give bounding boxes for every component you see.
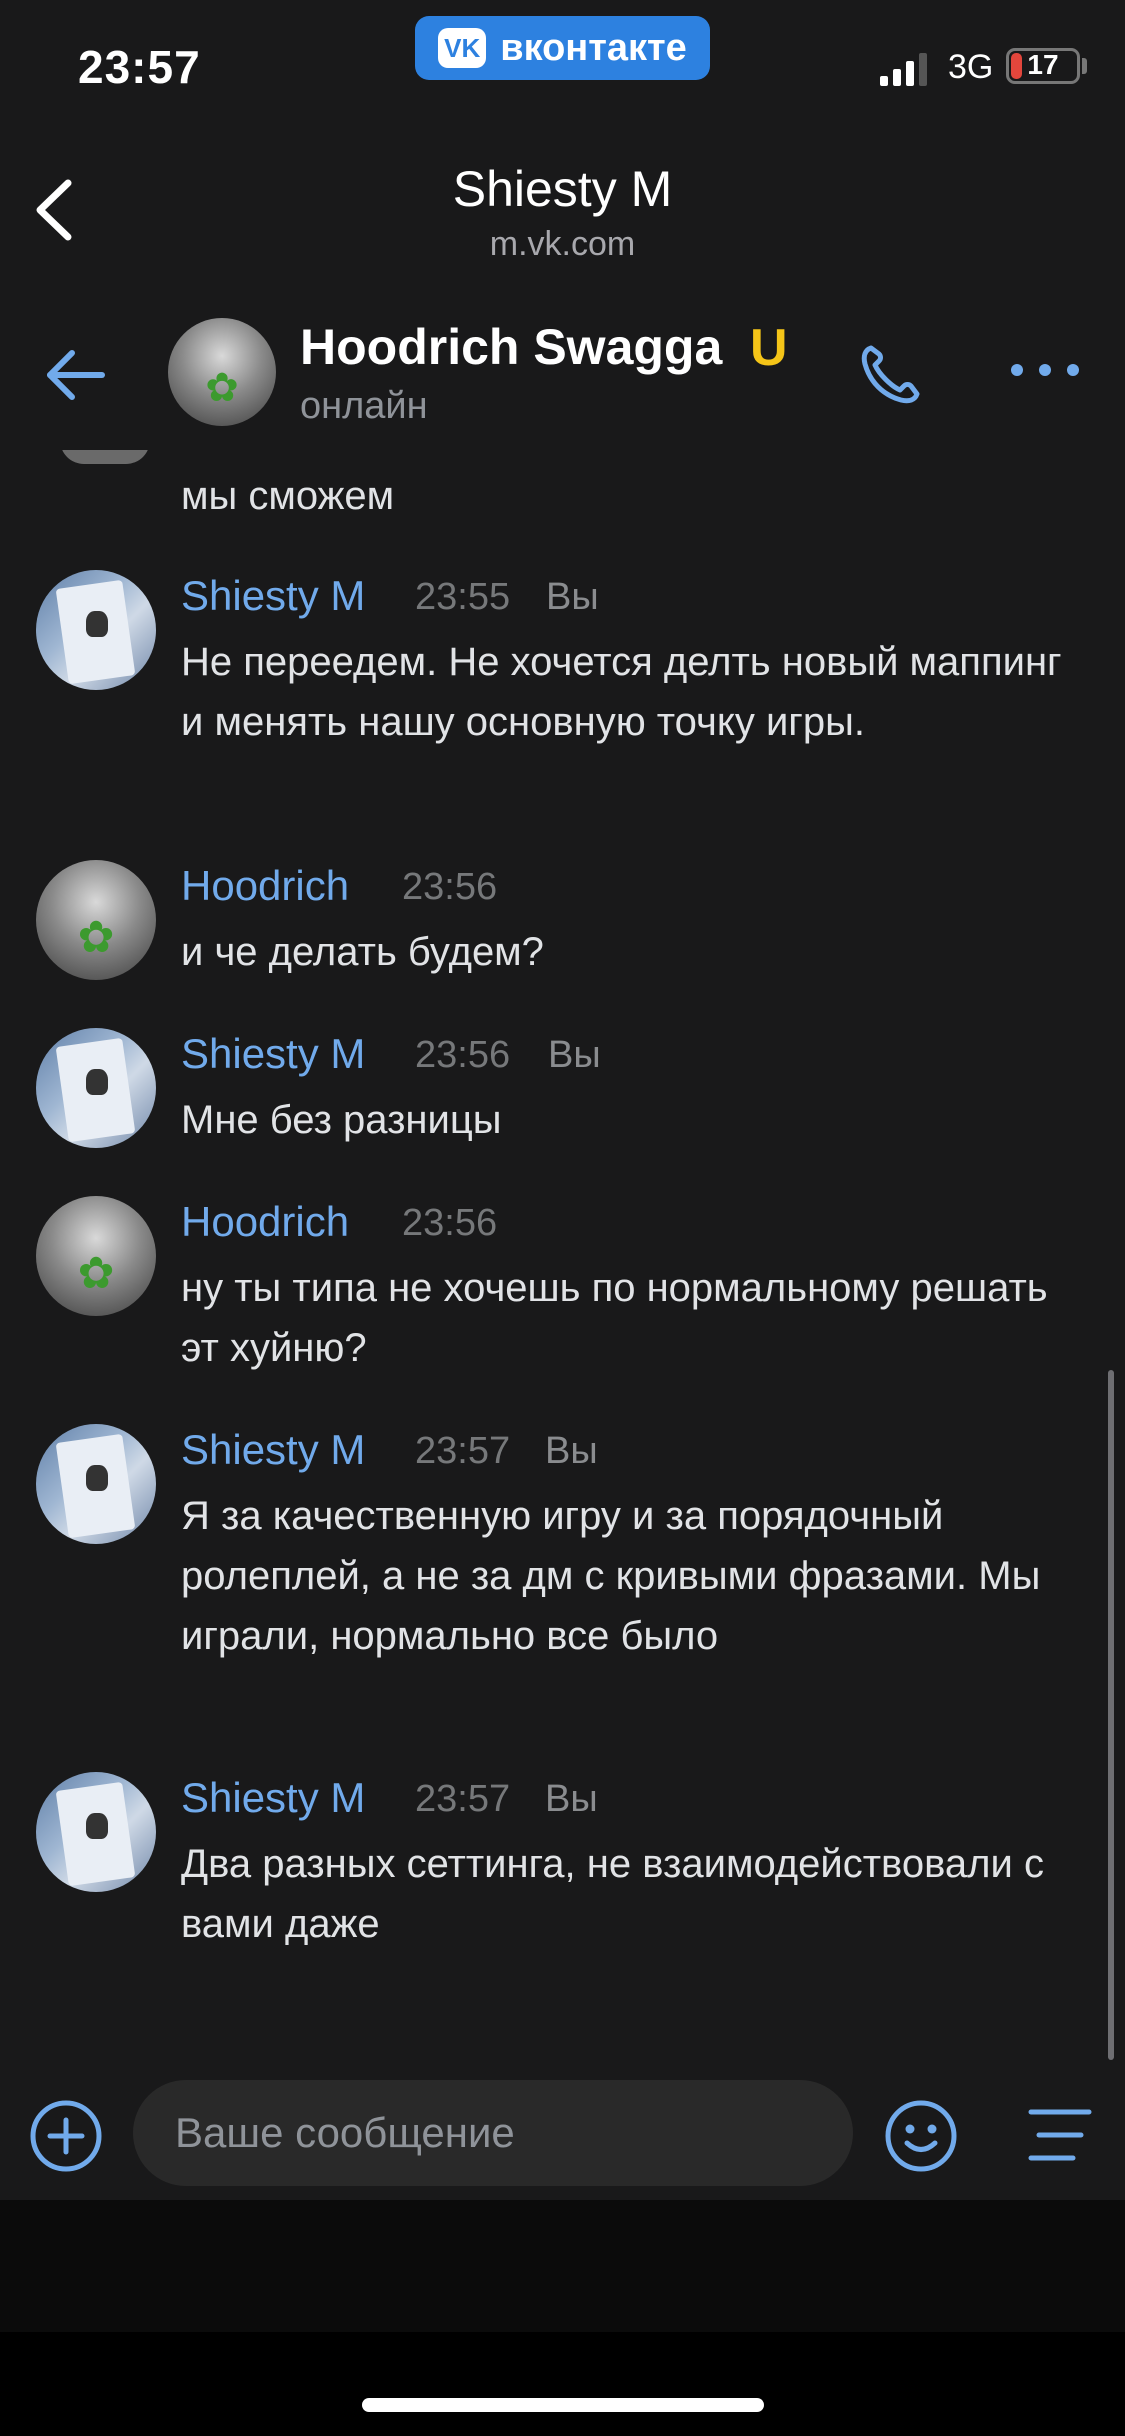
keyboard-menu-icon[interactable] [1025, 2102, 1095, 2168]
message-time: 23:57 [415, 1430, 511, 1472]
network-type: 3G [948, 48, 994, 86]
more-options-icon[interactable] [1005, 350, 1085, 390]
message-time: 23:57 [415, 1778, 511, 1820]
sender-avatar[interactable]: ✿ [36, 1196, 156, 1316]
message-author[interactable]: Shiesty M [181, 1774, 365, 1822]
message-time: 23:55 [415, 576, 511, 618]
message-you-label: Вы [545, 1430, 598, 1472]
message-text: Я за качественную игру и за порядочный р… [181, 1494, 1041, 1658]
vk-app-label: вконтакте [500, 26, 687, 69]
battery-icon: 17 [1006, 48, 1080, 84]
message-text: Мне без разницы [181, 1098, 502, 1142]
message-text: и че делать будем? [181, 930, 544, 974]
message-text: ну ты типа не хочешь по нормальному реша… [181, 1266, 1048, 1370]
sender-avatar[interactable]: ✿ [36, 860, 156, 980]
battery-level: 17 [1027, 49, 1059, 80]
message-author[interactable]: Shiesty M [181, 1030, 365, 1078]
message-text: Два разных сеттинга, не взаимодействовал… [181, 1842, 1044, 1946]
page-url: m.vk.com [489, 225, 636, 263]
phone-call-icon[interactable] [855, 340, 925, 410]
status-time: 23:57 [78, 41, 201, 93]
message-author[interactable]: Hoodrich [181, 1198, 349, 1246]
scrollbar[interactable] [1108, 1370, 1114, 2060]
vk-app-pill[interactable]: VK вконтакте [415, 16, 710, 80]
back-arrow-icon[interactable] [40, 340, 110, 410]
contact-avatar[interactable]: ✿ [168, 318, 276, 426]
page-title: Shiesty M [452, 161, 673, 217]
contact-badge-icon: U [750, 319, 788, 377]
message-you-label: Вы [545, 1778, 598, 1820]
sender-avatar[interactable] [36, 1028, 156, 1148]
add-attachment-icon[interactable] [28, 2098, 104, 2174]
message-author[interactable]: Shiesty M [181, 572, 365, 620]
message-you-label: Вы [548, 1034, 601, 1076]
browser-bottom-panel [0, 2200, 1125, 2332]
message-text: Не переедем. Не хочется делть новый мапп… [181, 640, 1062, 744]
vk-logo-icon: VK [438, 28, 487, 68]
message-you-label: Вы [546, 576, 599, 618]
home-indicator[interactable] [362, 2398, 764, 2412]
battery-nub [1082, 58, 1087, 74]
message-input[interactable] [133, 2080, 853, 2186]
message-time: 23:56 [402, 1202, 498, 1244]
message-time: 23:56 [415, 1034, 511, 1076]
partial-message-text: мы сможем [181, 474, 395, 518]
sender-avatar[interactable] [36, 1772, 156, 1892]
message-time: 23:56 [402, 866, 498, 908]
cellular-signal-icon [880, 53, 927, 86]
message-author[interactable]: Hoodrich [181, 862, 349, 910]
sender-avatar[interactable] [36, 570, 156, 690]
sender-avatar[interactable] [36, 1424, 156, 1544]
contact-status: онлайн [300, 385, 428, 427]
message-author[interactable]: Shiesty M [181, 1426, 365, 1474]
emoji-smile-icon[interactable] [883, 2098, 959, 2174]
contact-name[interactable]: Hoodrich Swagga [300, 318, 722, 376]
